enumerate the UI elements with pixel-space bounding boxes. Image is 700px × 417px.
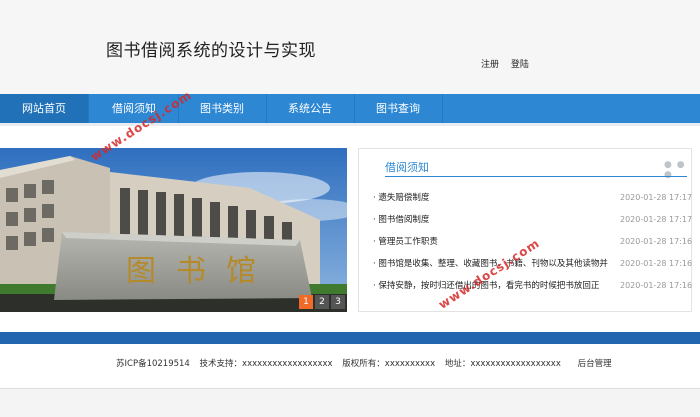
- top-links: 注册 登陆: [481, 57, 538, 70]
- banner-slideshow[interactable]: 图书馆 1 2 3: [0, 148, 347, 312]
- nav-underline: [0, 123, 700, 126]
- pager-dot-3[interactable]: 3: [331, 295, 345, 309]
- page: 图书借阅系统的设计与实现 注册 登陆 网站首页 借阅须知 图书类别 系统公告 图…: [0, 0, 700, 417]
- notice-panel: 借阅须知 ● ● ● · 遗失赔偿制度 2020-01-28 17:17 · 图…: [358, 148, 692, 312]
- site-title: 图书借阅系统的设计与实现: [106, 41, 316, 61]
- nav-item-book-categories[interactable]: 图书类别: [178, 94, 267, 123]
- notice-list: · 遗失赔偿制度 2020-01-28 17:17 · 图书借阅制度 2020-…: [373, 187, 693, 297]
- header: 图书借阅系统的设计与实现 注册 登陆: [0, 0, 700, 94]
- pager-dot-2[interactable]: 2: [315, 295, 329, 309]
- notice-panel-title: 借阅须知: [385, 161, 429, 174]
- stone-inscription: 图书馆: [126, 254, 276, 289]
- banner-pager: 1 2 3: [299, 295, 345, 309]
- admin-link[interactable]: 后台管理: [578, 359, 612, 369]
- notice-date: 2020-01-28 17:16: [620, 281, 693, 290]
- notice-divider: [385, 176, 687, 177]
- notice-date: 2020-01-28 17:17: [620, 215, 693, 224]
- pager-dot-1[interactable]: 1: [299, 295, 313, 309]
- footer-icp: 苏ICP备10219514: [116, 359, 190, 369]
- page-bottom: [0, 389, 700, 417]
- notice-date: 2020-01-28 17:16: [620, 237, 693, 246]
- more-icon[interactable]: ● ● ●: [664, 160, 691, 180]
- footer-info: 苏ICP备10219514 技术支持：xxxxxxxxxxxxxxxxxx 版权…: [116, 357, 619, 369]
- footer-tech-support: 技术支持：xxxxxxxxxxxxxxxxxx: [199, 359, 333, 369]
- notice-link[interactable]: · 保持安静，按时归还借出的图书，看完书的时候把书放回正: [373, 275, 619, 297]
- list-item: · 遗失赔偿制度 2020-01-28 17:17: [373, 187, 693, 209]
- nav-item-book-search[interactable]: 图书查询: [354, 94, 443, 123]
- nav-item-home[interactable]: 网站首页: [0, 94, 89, 123]
- list-item: · 图书借阅制度 2020-01-28 17:17: [373, 209, 693, 231]
- footer-address: 地址：xxxxxxxxxxxxxxxxxx: [444, 359, 561, 369]
- nav-item-borrow-rules[interactable]: 借阅须知: [90, 94, 179, 123]
- list-item: · 保持安静，按时归还借出的图书，看完书的时候把书放回正 2020-01-28 …: [373, 275, 693, 297]
- notice-link[interactable]: · 遗失赔偿制度: [373, 187, 619, 209]
- login-link[interactable]: 登陆: [511, 60, 529, 70]
- list-item: · 图书馆是收集、整理、收藏图书、书籍、刊物以及其他读物并 2020-01-28…: [373, 253, 693, 275]
- main-nav: 网站首页 借阅须知 图书类别 系统公告 图书查询: [0, 94, 700, 123]
- footer-copyright: 版权所有：xxxxxxxxxx: [342, 359, 436, 369]
- nav-item-announcements[interactable]: 系统公告: [266, 94, 355, 123]
- register-link[interactable]: 注册: [481, 60, 499, 70]
- notice-date: 2020-01-28 17:16: [620, 259, 693, 268]
- footer: 苏ICP备10219514 技术支持：xxxxxxxxxxxxxxxxxx 版权…: [0, 344, 700, 389]
- list-item: · 管理员工作职责 2020-01-28 17:16: [373, 231, 693, 253]
- notice-date: 2020-01-28 17:17: [620, 193, 693, 202]
- notice-link[interactable]: · 图书借阅制度: [373, 209, 619, 231]
- notice-link[interactable]: · 管理员工作职责: [373, 231, 619, 253]
- notice-link[interactable]: · 图书馆是收集、整理、收藏图书、书籍、刊物以及其他读物并: [373, 253, 619, 275]
- footer-bar: [0, 332, 700, 344]
